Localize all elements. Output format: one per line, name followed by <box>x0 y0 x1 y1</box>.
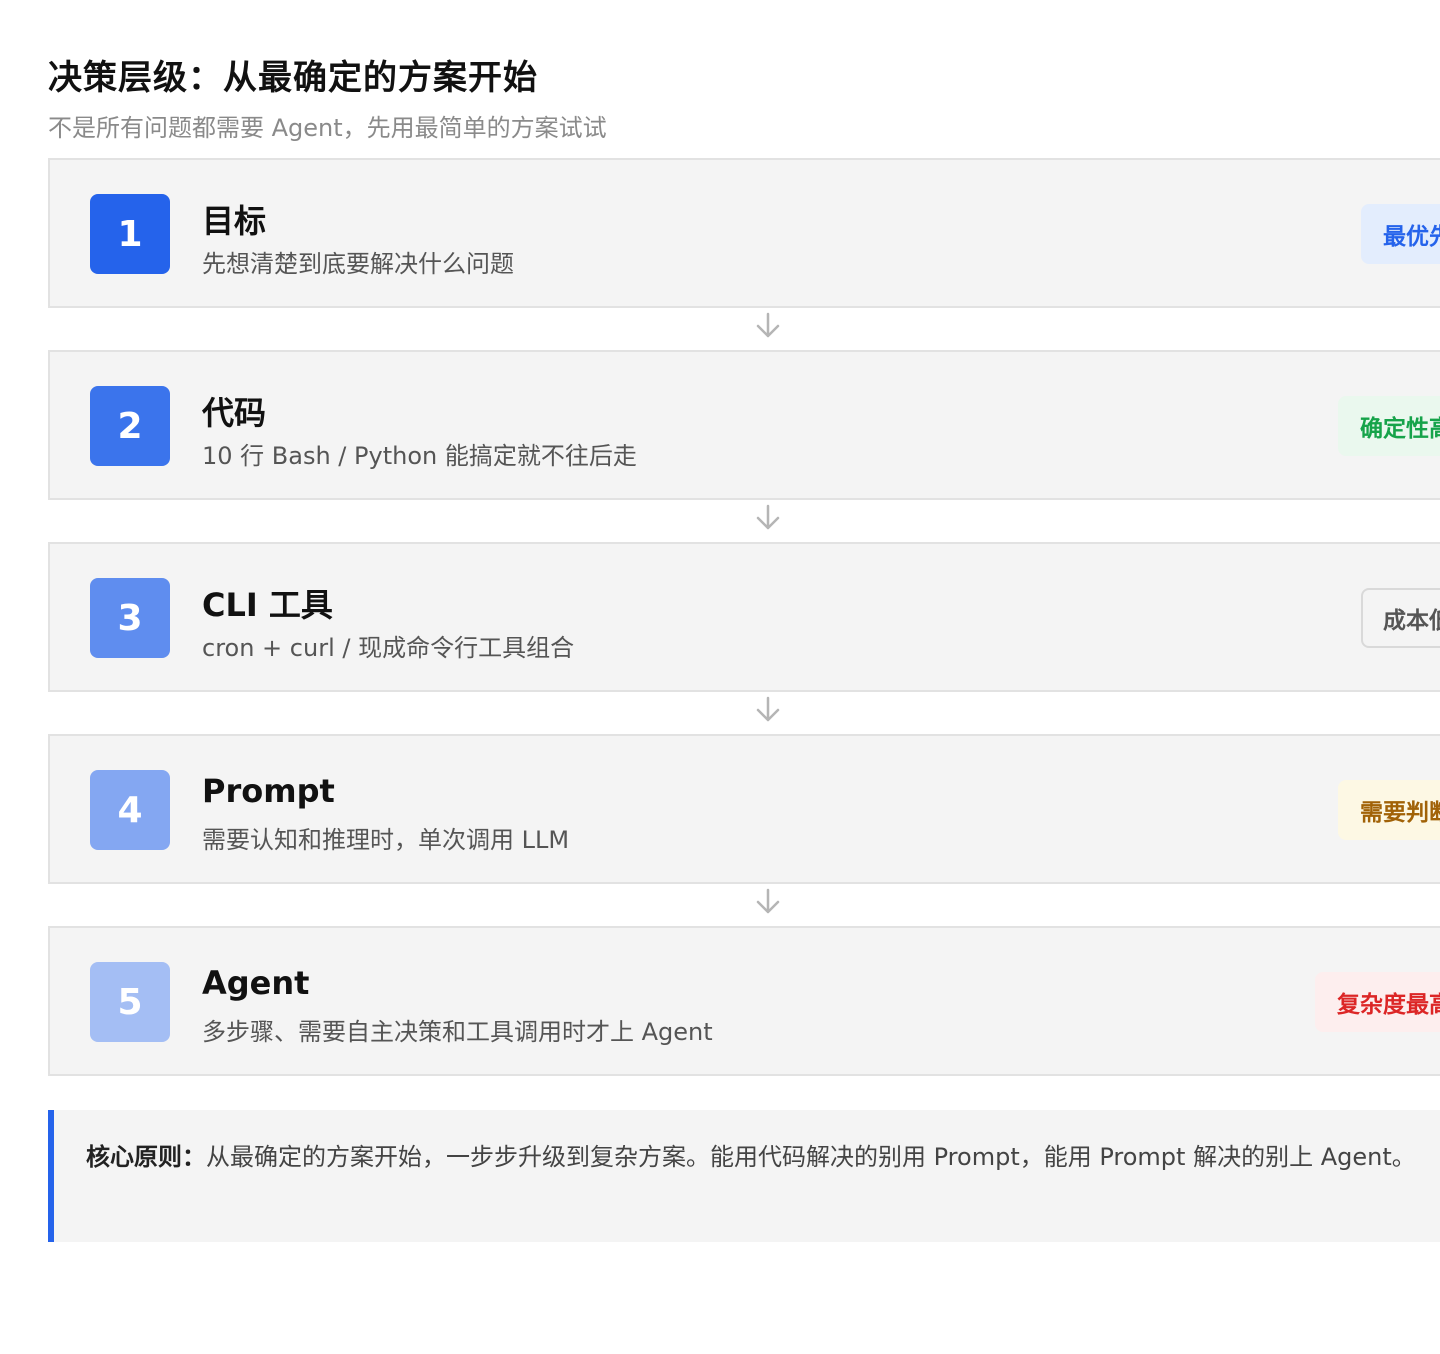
note-text: 从最确定的方案开始，一步步升级到复杂方案。能用代码解决的别用 Prompt，能用… <box>206 1143 1416 1171</box>
core-principle-note: 核心原则：从最确定的方案开始，一步步升级到复杂方案。能用代码解决的别用 Prom… <box>48 1110 1440 1242</box>
level-tag: 确定性高 <box>1338 396 1440 456</box>
level-name: Agent <box>202 964 310 1002</box>
note-label: 核心原则： <box>86 1143 206 1171</box>
level-description: 需要认知和推理时，单次调用 LLM <box>202 826 570 854</box>
page-subtitle: 不是所有问题都需要 Agent，先用最简单的方案试试 <box>48 114 607 142</box>
arrow-down-icon <box>756 504 780 530</box>
level-number-badge: 1 <box>90 194 170 274</box>
level-number-badge: 3 <box>90 578 170 658</box>
level-card-cli-tools: 3 CLI 工具 cron + curl / 现成命令行工具组合 成本低 <box>48 542 1440 692</box>
level-tag: 最优先 <box>1361 204 1440 264</box>
level-description: 先想清楚到底要解决什么问题 <box>202 250 514 278</box>
level-description: cron + curl / 现成命令行工具组合 <box>202 634 575 662</box>
level-card-code: 2 代码 10 行 Bash / Python 能搞定就不往后走 确定性高 <box>48 350 1440 500</box>
level-number-badge: 5 <box>90 962 170 1042</box>
level-tag: 复杂度最高 <box>1315 972 1440 1032</box>
level-name: CLI 工具 <box>202 586 333 624</box>
level-name: 代码 <box>202 394 267 432</box>
arrow-down-icon <box>756 888 780 914</box>
level-name: 目标 <box>202 202 267 240</box>
level-tag: 需要判断 <box>1338 780 1440 840</box>
level-description: 多步骤、需要自主决策和工具调用时才上 Agent <box>202 1018 713 1046</box>
page-title: 决策层级：从最确定的方案开始 <box>48 58 538 98</box>
level-card-agent: 5 Agent 多步骤、需要自主决策和工具调用时才上 Agent 复杂度最高 <box>48 926 1440 1076</box>
arrow-down-icon <box>756 696 780 722</box>
level-number-badge: 4 <box>90 770 170 850</box>
level-tag: 成本低 <box>1361 588 1440 648</box>
level-number-badge: 2 <box>90 386 170 466</box>
arrow-down-icon <box>756 312 780 338</box>
level-card-prompt: 4 Prompt 需要认知和推理时，单次调用 LLM 需要判断 <box>48 734 1440 884</box>
level-name: Prompt <box>202 772 335 810</box>
level-description: 10 行 Bash / Python 能搞定就不往后走 <box>202 442 637 470</box>
level-card-goal: 1 目标 先想清楚到底要解决什么问题 最优先 <box>48 158 1440 308</box>
